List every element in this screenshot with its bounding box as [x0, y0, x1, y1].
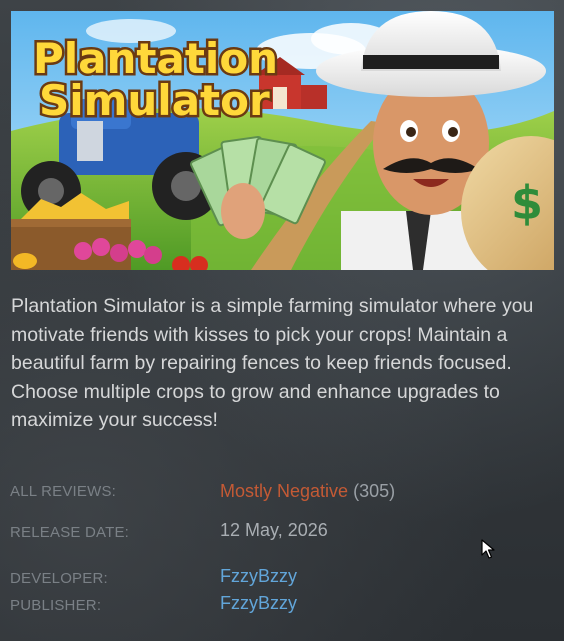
dollar-sign-icon: $: [511, 176, 543, 230]
publisher-link[interactable]: FzzyBzzy: [220, 593, 297, 614]
game-logo: Plantation Simulator: [31, 32, 281, 128]
release-date-value: 12 May, 2026: [220, 520, 328, 540]
game-capsule-image[interactable]: $ Plantation Simulator: [11, 11, 554, 270]
release-date-label: RELEASE DATE:: [10, 524, 130, 541]
game-description: Plantation Simulator is a simple farming…: [11, 295, 534, 431]
all-reviews-label: ALL REVIEWS:: [10, 483, 117, 500]
all-reviews-value[interactable]: Mostly Negative (305): [220, 481, 395, 502]
mouse-pointer-icon: [481, 539, 495, 559]
logo-line-2: Simulator: [39, 76, 270, 125]
game-hover-panel: $ Plantation Simulator Plantation Simula…: [0, 0, 564, 641]
review-count: (305): [353, 481, 396, 501]
review-summary[interactable]: Mostly Negative: [220, 481, 348, 501]
developer-label: DEVELOPER:: [10, 570, 108, 587]
developer-link[interactable]: FzzyBzzy: [220, 566, 297, 587]
publisher-label: PUBLISHER:: [10, 597, 102, 614]
